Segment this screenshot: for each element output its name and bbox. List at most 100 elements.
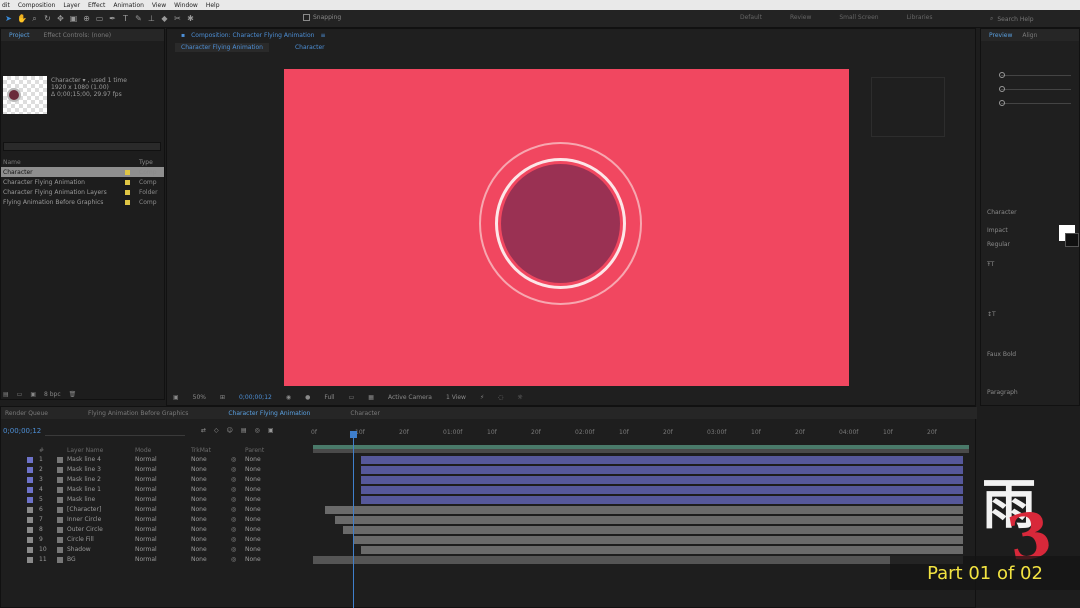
layer-trkmat-select[interactable]: None [191, 486, 207, 493]
snapping-checkbox[interactable] [303, 14, 310, 21]
layer-label-swatch[interactable] [27, 557, 33, 563]
pick-whip-icon[interactable]: ◎ [231, 476, 236, 483]
toggle-mask-icon[interactable]: ◌ [498, 394, 503, 401]
resolution-select[interactable]: Full [324, 394, 334, 401]
layer-mode-select[interactable]: Normal [135, 466, 157, 473]
hand-icon[interactable]: ✋ [17, 14, 27, 23]
motion-blur-icon[interactable]: ◎ [255, 427, 260, 434]
layer-trkmat-select[interactable]: None [191, 506, 207, 513]
column-type[interactable]: Type [139, 159, 153, 166]
workspace-review[interactable]: Review [790, 14, 811, 21]
faux-bold-checkbox[interactable]: Faux Bold [987, 351, 1016, 358]
slider-knob[interactable] [999, 86, 1005, 92]
pick-whip-icon[interactable]: ◎ [231, 556, 236, 563]
tab-project[interactable]: Project [9, 32, 30, 39]
layer-row[interactable]: 8 Outer Circle Normal None ◎ None [1, 525, 309, 535]
current-time-indicator-head[interactable] [350, 431, 357, 438]
layer-trkmat-select[interactable]: None [191, 476, 207, 483]
project-item[interactable]: Flying Animation Before Graphics Comp [1, 197, 164, 207]
current-time-indicator[interactable] [353, 433, 354, 608]
layer-mode-select[interactable]: Normal [135, 496, 157, 503]
frame-blend-icon[interactable]: ▤ [241, 427, 247, 434]
layer-trkmat-select[interactable]: None [191, 456, 207, 463]
layer-trkmat-select[interactable]: None [191, 466, 207, 473]
layer-trkmat-select[interactable]: None [191, 526, 207, 533]
pan-icon[interactable]: ⊕ [82, 14, 91, 23]
trash-icon[interactable]: 🗑 [69, 391, 77, 398]
project-item[interactable]: Character Flying Animation Layers Folder [1, 187, 164, 197]
tab-render-queue[interactable]: Render Queue [5, 410, 48, 417]
current-time-display[interactable]: 0;00;00;12 [239, 394, 272, 401]
snapping-toggle[interactable]: Snapping [303, 14, 341, 21]
layer-name[interactable]: Inner Circle [67, 516, 101, 523]
layer-duration-bar[interactable] [361, 496, 963, 504]
menu-layer[interactable]: Layer [63, 2, 80, 9]
pick-whip-icon[interactable]: ◎ [231, 466, 236, 473]
arrow-icon[interactable]: ➤ [4, 14, 13, 23]
layer-duration-bar[interactable] [335, 516, 963, 524]
layer-mode-select[interactable]: Normal [135, 506, 157, 513]
graph-editor-icon[interactable]: ▣ [268, 427, 274, 434]
layer-label-swatch[interactable] [27, 537, 33, 543]
menu-effect[interactable]: Effect [88, 2, 105, 9]
layer-trkmat-select[interactable]: None [191, 556, 207, 563]
tracking-icon[interactable]: ↕T [987, 311, 996, 318]
align-slider[interactable] [1001, 89, 1071, 90]
layer-label-swatch[interactable] [27, 457, 33, 463]
align-slider[interactable] [1001, 75, 1071, 76]
pick-whip-icon[interactable]: ◎ [231, 486, 236, 493]
column-parent[interactable]: Parent [245, 447, 264, 454]
stroke-color-swatch[interactable] [1065, 233, 1079, 247]
layer-mode-select[interactable]: Normal [135, 556, 157, 563]
layer-trkmat-select[interactable]: None [191, 496, 207, 503]
layer-duration-bar[interactable] [353, 536, 963, 544]
pick-whip-icon[interactable]: ◎ [231, 536, 236, 543]
rect-mask-icon[interactable]: ▭ [95, 14, 104, 23]
layer-label-swatch[interactable] [27, 547, 33, 553]
pick-whip-icon[interactable]: ◎ [231, 526, 236, 533]
slider-knob[interactable] [999, 72, 1005, 78]
workspace-small-screen[interactable]: Small Screen [839, 14, 878, 21]
timeline-search-input[interactable] [45, 428, 185, 436]
pick-whip-icon[interactable]: ◎ [231, 506, 236, 513]
pick-whip-icon[interactable]: ◎ [231, 546, 236, 553]
layer-parent-select[interactable]: None [245, 526, 261, 533]
tab-timeline-flying-animation[interactable]: Character Flying Animation [228, 410, 310, 417]
layer-trkmat-select[interactable]: None [191, 546, 207, 553]
layer-parent-select[interactable]: None [245, 516, 261, 523]
layer-duration-bar[interactable] [361, 456, 963, 464]
layer-name[interactable]: Mask line 1 [67, 486, 101, 493]
layer-row[interactable]: 9 Circle Fill Normal None ◎ None [1, 535, 309, 545]
layer-duration-bar[interactable] [361, 486, 963, 494]
layer-name[interactable]: Mask line 2 [67, 476, 101, 483]
zoom-icon[interactable]: ⌕ [30, 14, 39, 23]
layer-duration-bar[interactable] [325, 506, 963, 514]
layer-parent-select[interactable]: None [245, 486, 261, 493]
layer-row[interactable]: 6 [Character] Normal None ◎ None [1, 505, 309, 515]
timeline-timecode[interactable]: 0;00;00;12 [3, 427, 41, 435]
layer-duration-bar[interactable] [313, 556, 963, 564]
layer-name[interactable]: [Character] [67, 506, 101, 513]
project-search-input[interactable] [3, 142, 161, 151]
tab-align[interactable]: Align [1022, 32, 1037, 39]
align-slider[interactable] [1001, 103, 1071, 104]
layer-parent-select[interactable]: None [245, 506, 261, 513]
font-family-select[interactable]: Impact [987, 227, 1008, 234]
track-icon[interactable]: ✥ [56, 14, 65, 23]
workspace-libraries[interactable]: Libraries [907, 14, 933, 21]
slider-knob[interactable] [999, 100, 1005, 106]
fast-preview-icon[interactable]: ⚡ [480, 394, 484, 401]
magnification-select[interactable]: 50% [193, 394, 206, 401]
layer-name[interactable]: Mask line 3 [67, 466, 101, 473]
layer-name[interactable]: BG [67, 556, 76, 563]
menu-edit[interactable]: dit [2, 2, 10, 9]
layer-row[interactable]: 11 BG Normal None ◎ None [1, 555, 309, 565]
layer-label-swatch[interactable] [27, 527, 33, 533]
exposure-icon[interactable]: ☼ [517, 394, 522, 401]
layer-name[interactable]: Circle Fill [67, 536, 94, 543]
menu-window[interactable]: Window [174, 2, 198, 9]
layer-name[interactable]: Outer Circle [67, 526, 103, 533]
project-item[interactable]: Character Flying Animation Comp [1, 177, 164, 187]
new-comp-icon[interactable]: ▣ [30, 391, 36, 398]
pick-whip-icon[interactable]: ◎ [231, 496, 236, 503]
